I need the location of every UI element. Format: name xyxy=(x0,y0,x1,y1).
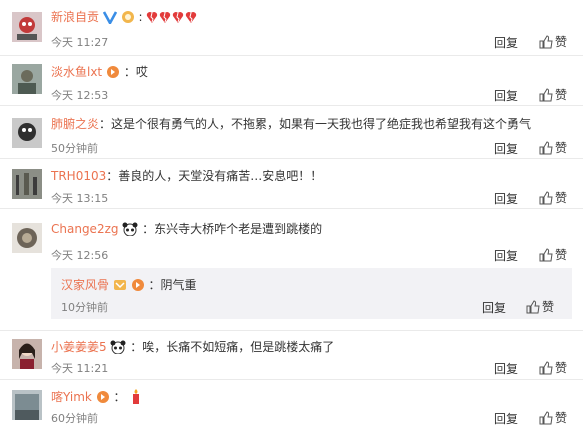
like-button[interactable]: 赞 xyxy=(526,298,554,315)
like-label: 赞 xyxy=(555,411,568,425)
username[interactable]: Change2zg xyxy=(51,222,119,236)
thumbs-up-icon xyxy=(539,361,553,375)
thumbs-up-icon xyxy=(539,88,553,102)
reply-button[interactable]: 回复 xyxy=(494,410,518,427)
reply-button[interactable]: 回复 xyxy=(494,247,518,264)
comment-text: ：这是个很有勇气的人，不拖累，如果有一天我也得了绝症我也希望我有这个勇气 xyxy=(99,117,532,131)
thumbs-up-icon xyxy=(526,300,540,314)
avatar[interactable] xyxy=(12,12,42,42)
avatar[interactable] xyxy=(12,223,42,253)
like-label: 赞 xyxy=(555,35,568,49)
like-button[interactable]: 赞 xyxy=(539,139,567,156)
avatar[interactable] xyxy=(12,64,42,94)
thumbs-up-icon xyxy=(539,411,553,425)
comment-item: 小姜姜姜5 ：唉，长痛不如短痛，但是跳楼太痛了 今天 11:21 回复 赞 xyxy=(0,331,583,380)
avatar[interactable] xyxy=(12,169,42,199)
timestamp: 50分钟前 xyxy=(51,142,98,155)
avatar[interactable] xyxy=(12,339,42,369)
candle-emoji-icon xyxy=(129,388,143,408)
comment-text: ：阴气重 xyxy=(148,278,197,292)
reply-button[interactable]: 回复 xyxy=(482,299,506,316)
like-button[interactable]: 赞 xyxy=(539,86,567,103)
like-button[interactable]: 赞 xyxy=(539,409,567,426)
username[interactable]: 汉家风骨 xyxy=(61,278,109,292)
comment-item: 肺腑之炎：这是个很有勇气的人，不拖累，如果有一天我也得了绝症我也希望我有这个勇气… xyxy=(0,106,583,159)
verified-v-icon xyxy=(102,10,117,28)
timestamp: 今天 11:21 xyxy=(51,362,109,375)
comment-text: ：东兴寺大桥咋个老是遭到跳楼的 xyxy=(142,222,323,236)
comment-item: 喀Yimk ： 60分钟前 回复 赞 xyxy=(0,380,583,437)
like-label: 赞 xyxy=(542,300,555,314)
reply-button[interactable]: 回复 xyxy=(494,190,518,207)
broken-heart-icon xyxy=(146,10,198,28)
level-icon xyxy=(131,278,145,295)
username[interactable]: 喀Yimk xyxy=(51,390,92,404)
comment-item: 淡水鱼lxt ：哎 今天 12:53 回复 赞 xyxy=(0,56,583,106)
thumbs-up-icon xyxy=(539,35,553,49)
timestamp: 今天 13:15 xyxy=(51,192,109,205)
comment-text: ：唉，长痛不如短痛，但是跳楼太痛了 xyxy=(130,340,335,354)
avatar[interactable] xyxy=(12,390,42,420)
thumbs-up-icon xyxy=(539,141,553,155)
timestamp: 10分钟前 xyxy=(61,301,108,314)
timestamp: 60分钟前 xyxy=(51,412,98,425)
level-icon xyxy=(106,65,120,83)
username[interactable]: 淡水鱼lxt xyxy=(51,65,102,79)
comment-text: ：善良的人，天堂没有痛苦…安息吧！！ xyxy=(106,169,323,183)
like-button[interactable]: 赞 xyxy=(539,33,567,50)
reply-button[interactable]: 回复 xyxy=(494,140,518,157)
like-button[interactable]: 赞 xyxy=(539,246,567,263)
timestamp: 今天 11:27 xyxy=(51,36,109,49)
level-medal-icon xyxy=(121,10,135,28)
reply-button[interactable]: 回复 xyxy=(494,34,518,51)
timestamp: 今天 12:56 xyxy=(51,249,109,262)
username[interactable]: TRH0103 xyxy=(51,169,106,183)
like-label: 赞 xyxy=(555,361,568,375)
thumbs-up-icon xyxy=(539,191,553,205)
timestamp: 今天 12:53 xyxy=(51,89,109,102)
level-icon xyxy=(96,390,110,408)
like-label: 赞 xyxy=(555,191,568,205)
like-label: 赞 xyxy=(555,248,568,262)
reply-button[interactable]: 回复 xyxy=(494,360,518,377)
vip-icon xyxy=(113,278,127,295)
username[interactable]: 新浪自贡 xyxy=(51,10,99,24)
comment-text: ：哎 xyxy=(123,65,148,79)
panda-emoji-icon xyxy=(122,222,138,240)
avatar[interactable] xyxy=(12,118,42,148)
nested-reply: 汉家风骨 ：阴气重 10分钟前 回复 赞 xyxy=(51,268,572,319)
like-button[interactable]: 赞 xyxy=(539,359,567,376)
like-label: 赞 xyxy=(555,88,568,102)
like-label: 赞 xyxy=(555,141,568,155)
like-button[interactable]: 赞 xyxy=(539,189,567,206)
comment-item: 新浪自贡 : 今天 11:27 回复 赞 xyxy=(0,0,583,56)
panda-emoji-icon xyxy=(110,340,126,358)
reply-button[interactable]: 回复 xyxy=(494,87,518,104)
thumbs-up-icon xyxy=(539,248,553,262)
username[interactable]: 小姜姜姜5 xyxy=(51,340,107,354)
comment-text: ： xyxy=(113,390,126,404)
username[interactable]: 肺腑之炎 xyxy=(51,117,99,131)
comment-item: TRH0103：善良的人，天堂没有痛苦…安息吧！！ 今天 13:15 回复 赞 xyxy=(0,159,583,209)
